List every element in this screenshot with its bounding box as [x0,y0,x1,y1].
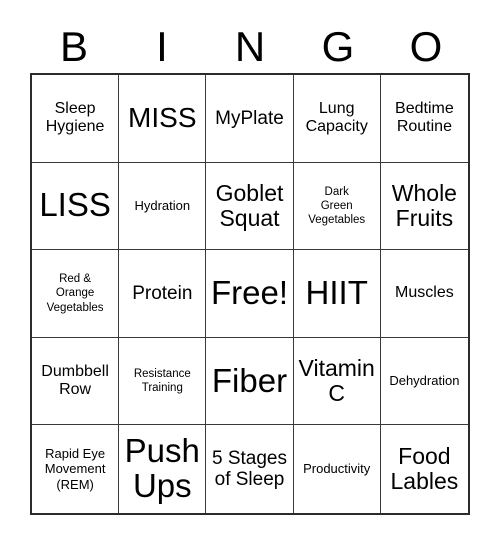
bingo-cell-label: Dehydration [389,373,460,389]
bingo-cell[interactable]: Red & Orange Vegetables [32,250,120,338]
bingo-cell-label: Dark Green Vegetables [308,185,366,226]
bingo-cell[interactable]: Sleep Hygiene [32,75,120,163]
bingo-cell[interactable]: MISS [119,75,207,163]
bingo-cell-label: Protein [132,282,193,304]
bingo-cell-label: Vitamin C [298,354,375,407]
bingo-cell-label: Resistance Training [133,368,191,395]
bingo-cell-label: Muscles [395,284,454,302]
bingo-cell[interactable]: HIIT [293,250,381,338]
bingo-cell-label: Productivity [303,461,371,477]
bingo-header-letter-g: G [321,23,355,70]
bingo-cell-label: Sleep Hygiene [45,100,105,136]
bingo-cell[interactable]: MyPlate [206,75,294,163]
bingo-cell[interactable]: LISS [32,162,120,251]
bingo-grid: Sleep Hygiene MISS MyPlate Lung Capacity Bed… [30,73,470,515]
bingo-cell[interactable]: Dumbbell Row [32,337,120,426]
bingo-cell[interactable]: 5 Stages of Sleep [206,425,294,513]
bingo-cell[interactable]: Food Lables [380,425,468,513]
bingo-cell-label: Fiber [211,361,288,399]
bingo-cell[interactable]: Muscles [380,250,468,338]
bingo-cell[interactable]: Goblet Squat [206,162,294,251]
bingo-cell[interactable]: Protein [119,250,207,338]
bingo-cell[interactable]: Dehydration [380,337,468,426]
bingo-free-space-cell[interactable]: Free! [206,250,294,338]
bingo-cell[interactable]: Dark Green Vegetables [293,162,381,251]
bingo-cell-label: Lung Capacity [305,100,368,136]
bingo-cell-label: Bedtime Routine [395,100,454,136]
bingo-cell[interactable]: Whole Fruits [380,162,468,251]
bingo-card: B I N G O Sleep Hygiene MISS MyPlate Lung Capac… [0,0,500,544]
bingo-cell-label: Rapid Eye Movement (REM) [44,445,106,492]
bingo-cell[interactable]: Vitamin C [293,337,381,426]
bingo-cell[interactable]: Hydration [119,162,207,251]
bingo-cell-label: Red & Orange Vegetables [46,273,104,314]
bingo-cell-label: 5 Stages of Sleep [211,447,287,491]
bingo-cell-label: Dumbbell Row [41,362,109,399]
bingo-cell[interactable]: Productivity [293,425,381,513]
bingo-cell-label: LISS [39,186,111,224]
bingo-cell[interactable]: Fiber [206,337,294,426]
bingo-cell-label: HIIT [305,274,368,311]
bingo-cell[interactable]: Bedtime Routine [380,75,468,163]
bingo-cell-label: Push Ups [124,432,200,505]
bingo-cell-label: MISS [128,102,197,134]
bingo-cell-label: Food Lables [390,442,459,495]
bingo-header-letter-b: B [59,23,88,70]
bingo-cell-label: Whole Fruits [391,179,457,231]
bingo-cell[interactable]: Push Ups [119,425,207,513]
bingo-cell-label: MyPlate [215,107,284,129]
bingo-cell-label: Hydration [134,198,191,214]
bingo-cell-label: Goblet Squat [215,179,284,231]
bingo-cell-label: Free! [210,274,288,311]
bingo-header-letter-n: N [234,23,266,70]
bingo-cell[interactable]: Resistance Training [119,337,207,426]
bingo-header-letter-i: I [156,23,168,70]
bingo-cell[interactable]: Rapid Eye Movement (REM) [32,425,120,513]
bingo-header-letter-o: O [409,23,443,70]
bingo-header-row: BINGO [30,14,470,70]
bingo-cell[interactable]: Lung Capacity [293,75,381,163]
